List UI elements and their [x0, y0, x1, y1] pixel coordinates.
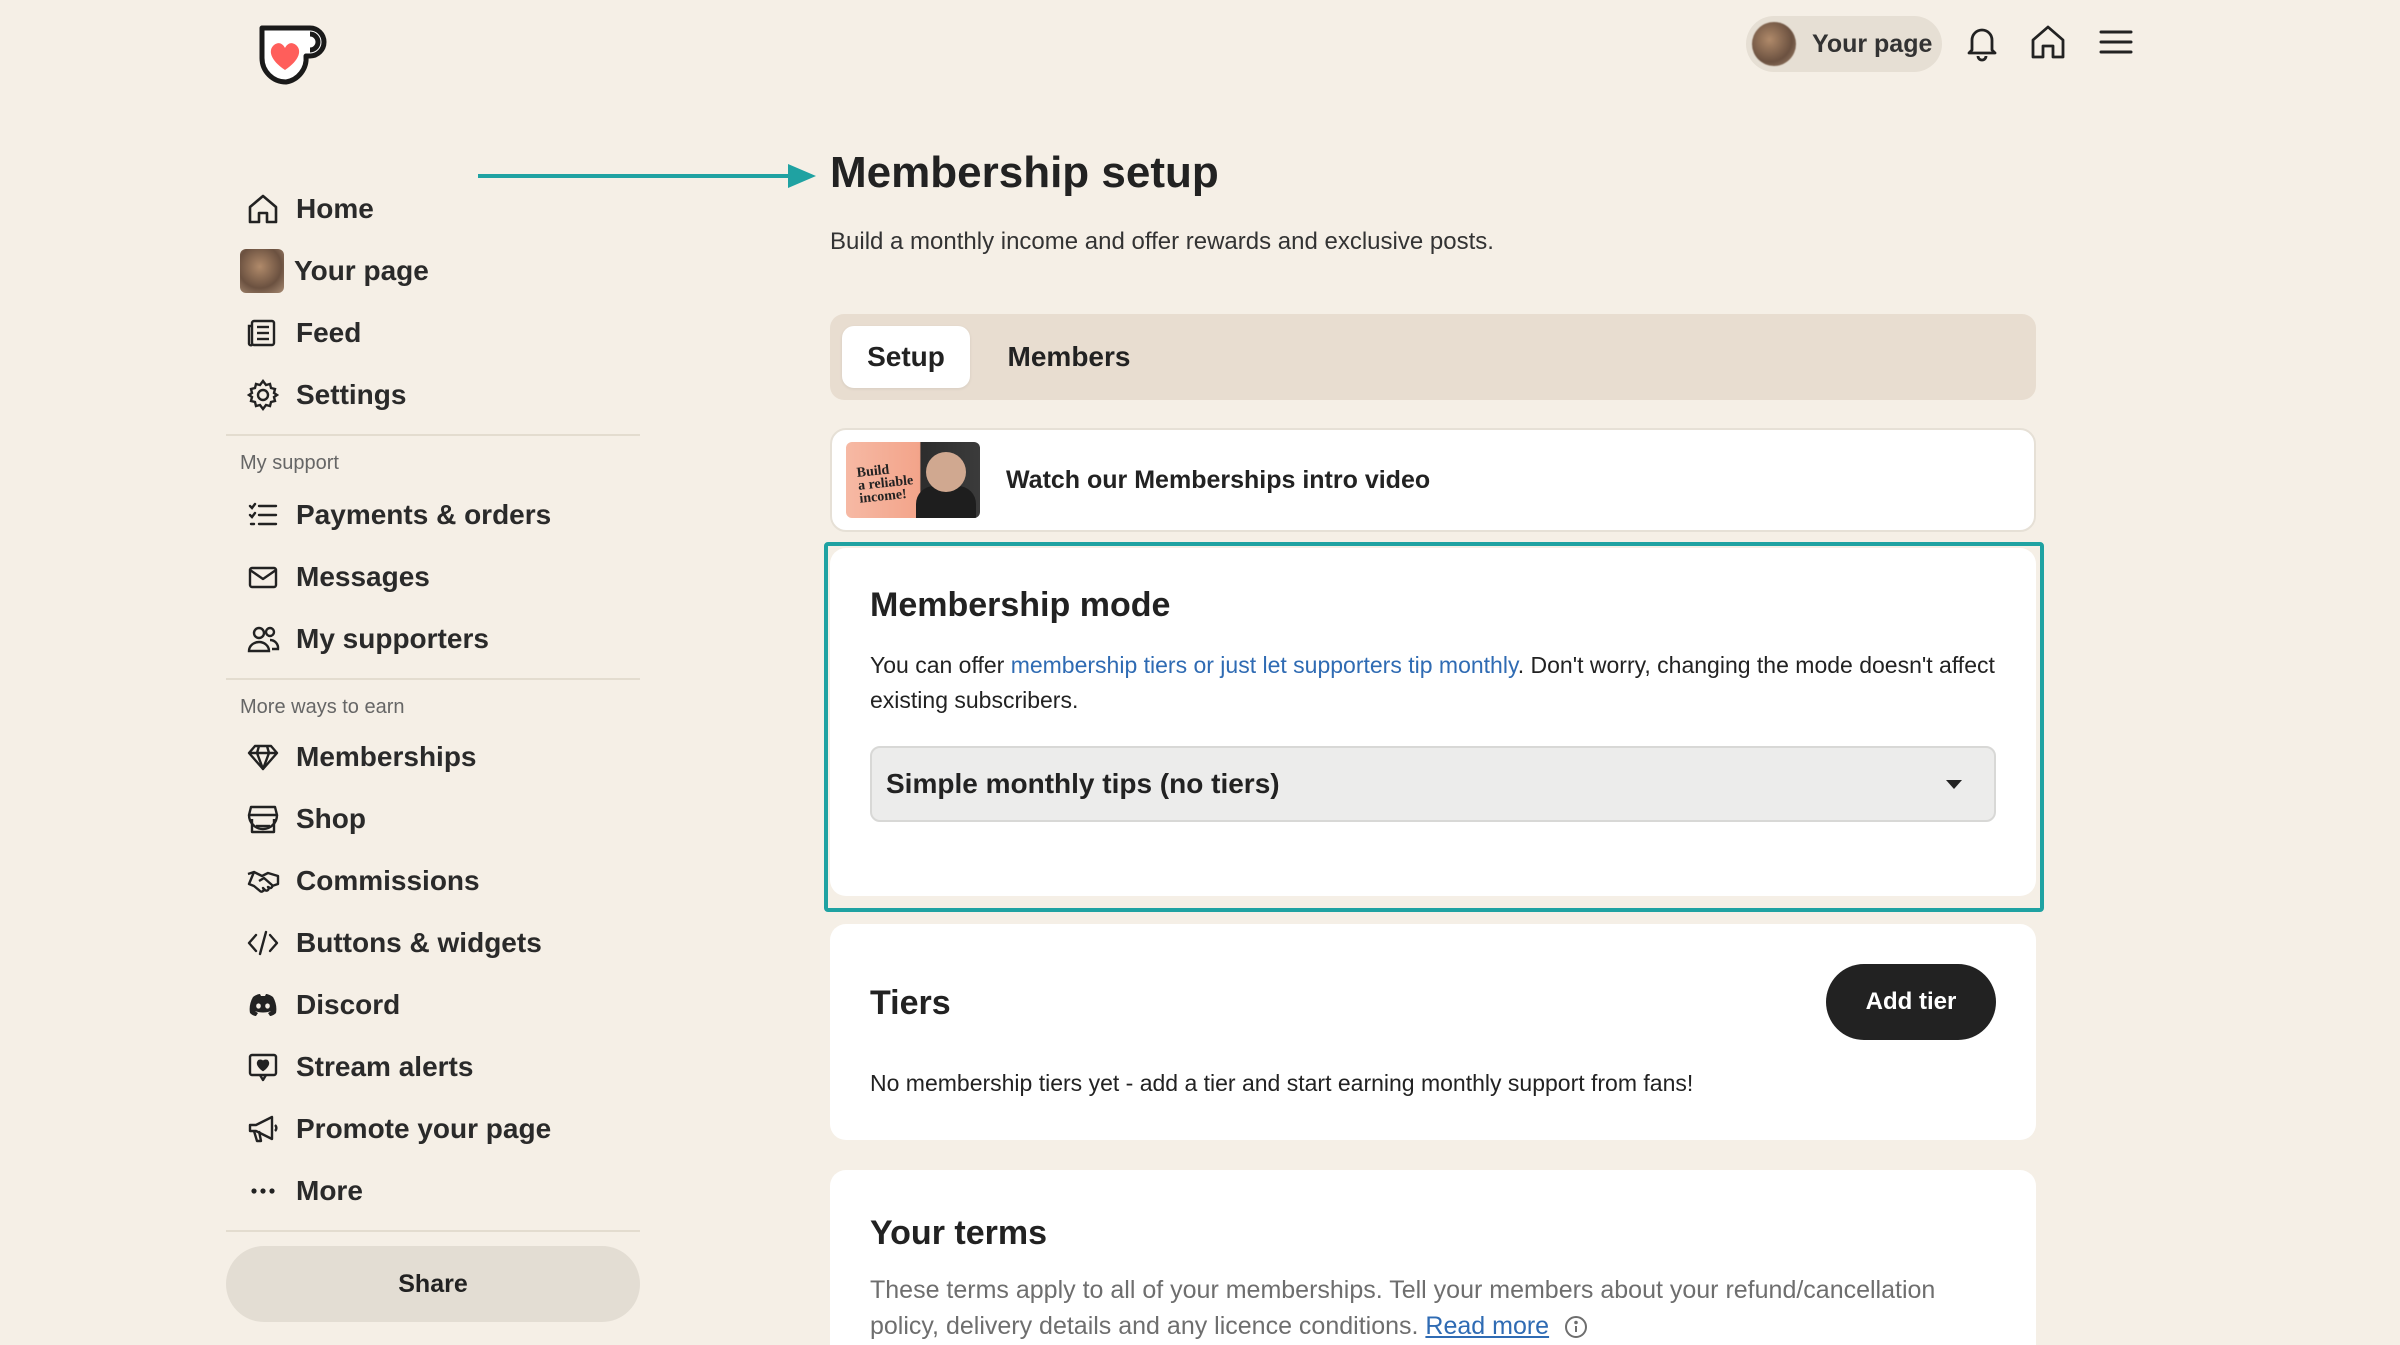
sidebar-item-your-page[interactable]: Your page	[226, 248, 429, 294]
sidebar-item-feed[interactable]: Feed	[226, 310, 361, 356]
sidebar-item-label: Commissions	[296, 865, 480, 896]
sidebar-item-label: Buttons & widgets	[296, 927, 542, 958]
sidebar-item-label: Messages	[296, 561, 430, 592]
code-icon	[247, 930, 279, 956]
more-icon	[251, 1188, 275, 1194]
select-value: Simple monthly tips (no tiers)	[886, 768, 1280, 799]
home-icon	[248, 194, 278, 224]
sidebar-item-stream-alerts[interactable]: Stream alerts	[226, 1044, 473, 1090]
sidebar-item-label: Payments & orders	[296, 499, 552, 530]
sidebar-item-label: Memberships	[296, 741, 477, 772]
sidebar-item-messages[interactable]: Messages	[226, 554, 430, 600]
avatar	[1752, 22, 1796, 66]
handshake-icon	[247, 870, 280, 893]
terms-card: Your terms These terms apply to all of y…	[830, 1170, 2036, 1345]
intro-video-label: Watch our Memberships intro video	[1006, 465, 1431, 494]
sidebar-item-label: Shop	[296, 803, 366, 834]
discord-icon	[249, 994, 277, 1016]
list-icon	[248, 502, 278, 526]
terms-description: These terms apply to all of your members…	[870, 1272, 2010, 1344]
sidebar-item-payments[interactable]: Payments & orders	[226, 492, 551, 538]
your-page-label: Your page	[1812, 29, 1933, 58]
thumbnail-person-face	[926, 452, 966, 492]
sidebar-item-buttons-widgets[interactable]: Buttons & widgets	[226, 920, 542, 966]
megaphone-icon	[248, 1115, 278, 1143]
tiers-title: Tiers	[870, 984, 951, 1022]
page-subtitle: Build a monthly income and offer rewards…	[830, 228, 1494, 255]
membership-mode-title: Membership mode	[870, 586, 1171, 624]
membership-mode-description: You can offer membership tiers or just l…	[870, 648, 2000, 718]
sidebar-item-label: My supporters	[296, 623, 489, 654]
membership-mode-card: Membership mode You can offer membership…	[830, 548, 2036, 896]
divider	[226, 678, 640, 680]
terms-title: Your terms	[870, 1214, 1047, 1252]
sidebar-item-discord[interactable]: Discord	[226, 982, 400, 1028]
membership-mode-link[interactable]: membership tiers or just let supporters …	[1011, 652, 1518, 678]
sidebar-item-label: More	[296, 1175, 363, 1206]
info-icon[interactable]	[1563, 1314, 1589, 1340]
sidebar-item-label: Promote your page	[296, 1113, 552, 1144]
read-more-link[interactable]: Read more	[1425, 1312, 1549, 1340]
terms-text: These terms apply to all of your members…	[870, 1276, 1936, 1340]
sidebar-item-label: Discord	[296, 989, 401, 1020]
thumbnail-text: Build a reliable income!	[856, 462, 914, 507]
chevron-down-icon	[1946, 779, 1962, 789]
menu-icon[interactable]	[2096, 22, 2136, 62]
add-tier-button[interactable]: Add tier	[1826, 964, 1996, 1040]
divider	[226, 434, 640, 436]
share-button[interactable]: Share	[226, 1246, 640, 1322]
sidebar-item-home[interactable]: Home	[226, 186, 374, 232]
tab-bar: Setup Members	[830, 314, 2036, 400]
your-page-button[interactable]: Your page	[1746, 16, 1942, 72]
mail-icon	[248, 566, 278, 589]
sidebar-item-label: Settings	[296, 379, 407, 410]
sidebar-item-shop[interactable]: Shop	[226, 796, 366, 842]
page-title: Membership setup	[830, 148, 1219, 197]
shop-icon	[247, 805, 279, 834]
tiers-empty-note: No membership tiers yet - add a tier and…	[870, 1070, 1694, 1096]
bell-icon[interactable]	[1962, 22, 2002, 62]
intro-video-card[interactable]: Build a reliable income! Watch our Members…	[830, 428, 2036, 532]
sidebar-item-commissions[interactable]: Commissions	[226, 858, 480, 904]
membership-mode-select[interactable]: Simple monthly tips (no tiers)	[870, 746, 1996, 822]
sidebar-item-label: Home	[296, 193, 374, 224]
gear-icon	[246, 379, 280, 411]
annotation-arrow	[478, 164, 816, 188]
sidebar-item-promote[interactable]: Promote your page	[226, 1106, 551, 1152]
sidebar-item-settings[interactable]: Settings	[226, 372, 406, 418]
tiers-card: Tiers Add tier No membership tiers yet -…	[830, 924, 2036, 1140]
sidebar-item-memberships[interactable]: Memberships	[226, 734, 477, 780]
sidebar-item-label: Your page	[294, 255, 429, 286]
section-label-earn: More ways to earn	[240, 696, 405, 718]
sidebar-item-label: Stream alerts	[296, 1051, 474, 1082]
avatar	[240, 249, 284, 293]
sidebar-item-label: Feed	[296, 317, 362, 348]
desc-prefix: You can offer	[870, 652, 1011, 678]
sidebar-item-supporters[interactable]: My supporters	[226, 616, 489, 662]
divider	[226, 1230, 640, 1232]
users-icon	[247, 626, 280, 653]
home-icon[interactable]	[2028, 22, 2068, 62]
diamond-icon	[247, 744, 279, 771]
feed-icon	[247, 319, 276, 347]
video-thumbnail[interactable]: Build a reliable income!	[846, 442, 980, 518]
tab-members[interactable]: Members	[998, 326, 1140, 388]
tab-setup[interactable]: Setup	[842, 326, 970, 388]
sidebar-item-more[interactable]: More	[226, 1168, 363, 1214]
alert-icon	[248, 1053, 278, 1082]
logo-icon[interactable]	[252, 14, 328, 90]
section-label-support: My support	[240, 452, 339, 474]
